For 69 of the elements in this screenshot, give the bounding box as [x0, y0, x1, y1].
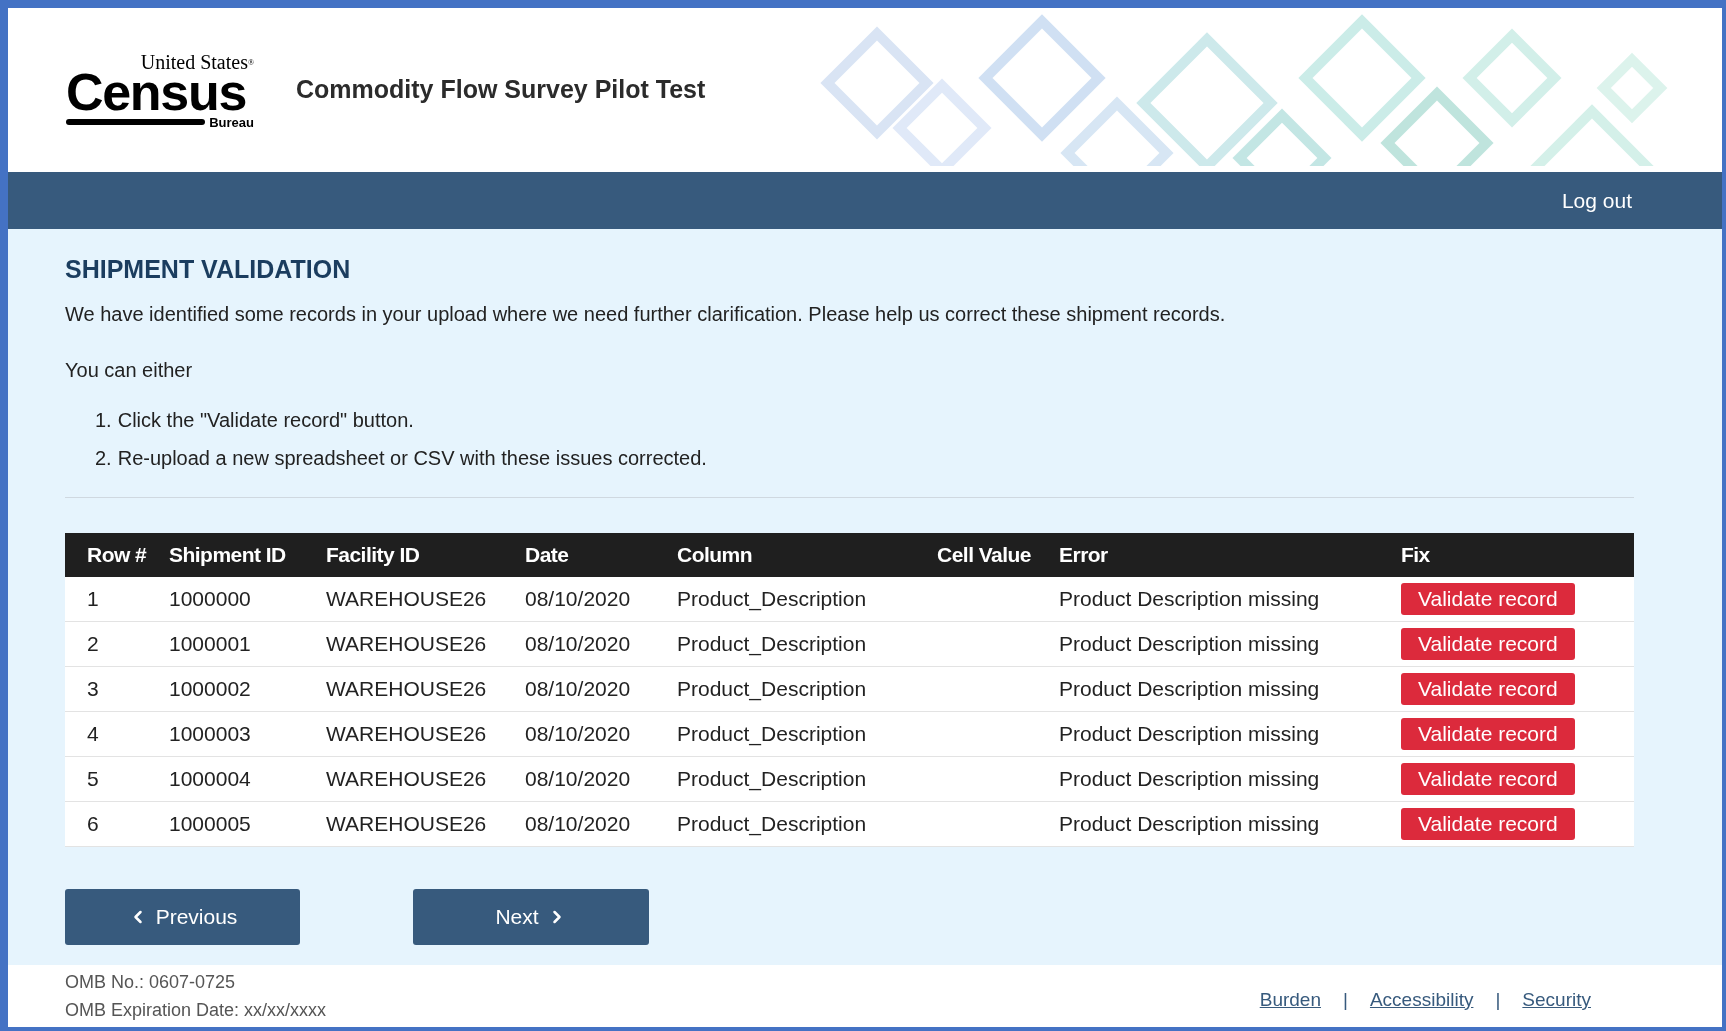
- table-cell: 08/10/2020: [525, 676, 631, 700]
- table-cell: 3: [87, 676, 99, 700]
- table-cell: Product Description missing: [1059, 676, 1320, 700]
- table-cell: WAREHOUSE26: [326, 766, 487, 790]
- validate-record-button[interactable]: Validate record: [1401, 627, 1575, 660]
- footer-link[interactable]: Accessibility: [1369, 985, 1474, 1015]
- column-header: Error: [1058, 541, 1109, 568]
- table-cell: 6: [87, 811, 99, 835]
- table-cell: 08/10/2020: [525, 586, 631, 610]
- table-cell: 1000001: [169, 631, 251, 655]
- table-cell: 08/10/2020: [525, 721, 631, 745]
- table-cell: 08/10/2020: [525, 811, 631, 835]
- footer-link[interactable]: Burden: [1259, 985, 1321, 1015]
- column-header: Cell Value: [936, 541, 1032, 568]
- link-separator: |: [1343, 987, 1348, 1012]
- column-header: Shipment ID: [168, 541, 287, 568]
- table-cell: Product Description missing: [1059, 721, 1320, 745]
- table-cell: Product Description missing: [1059, 631, 1320, 655]
- table-cell: 08/10/2020: [525, 631, 631, 655]
- table-cell: 1000002: [169, 676, 251, 700]
- table-cell: 5: [87, 766, 99, 790]
- table-cell: WAREHOUSE26: [326, 631, 487, 655]
- table-cell: WAREHOUSE26: [326, 811, 487, 835]
- validate-record-button[interactable]: Validate record: [1401, 582, 1575, 615]
- table-cell: 1000004: [169, 766, 251, 790]
- step-text: Re-upload a new spreadsheet or CSV with these issues corrected.: [117, 445, 707, 471]
- lead-text: You can either: [65, 357, 194, 383]
- column-header: Row #: [86, 541, 148, 568]
- intro-text: We have identified some records in your upload where we need further clarification. Please help us correct these shipment records.: [65, 301, 1227, 327]
- table-cell: Product Description missing: [1059, 811, 1320, 835]
- table-cell: Product Description missing: [1059, 586, 1320, 610]
- omb-expiration: OMB Expiration Date: xx/xx/xxxx: [65, 999, 327, 1022]
- table-cell: 1: [87, 586, 99, 610]
- table-cell: 2: [87, 631, 99, 655]
- survey-title: Commodity Flow Survey Pilot Test: [296, 74, 706, 106]
- table-cell: Product_Description: [677, 766, 867, 790]
- table-cell: Product_Description: [677, 811, 867, 835]
- table-cell: 1000005: [169, 811, 251, 835]
- validate-record-button[interactable]: Validate record: [1401, 807, 1575, 840]
- page-heading: SHIPMENT VALIDATION: [65, 254, 352, 285]
- validate-record-button[interactable]: Validate record: [1401, 672, 1575, 705]
- table-cell: Product Description missing: [1059, 766, 1320, 790]
- omb-number: OMB No.: 0607-0725: [65, 971, 237, 994]
- table-cell: Product_Description: [677, 676, 867, 700]
- table-cell: 1000000: [169, 586, 251, 610]
- footer-link[interactable]: Security: [1522, 985, 1591, 1015]
- column-header: Column: [676, 541, 753, 568]
- table-cell: Product_Description: [677, 721, 867, 745]
- table-cell: WAREHOUSE26: [326, 721, 487, 745]
- link-separator: |: [1495, 987, 1501, 1012]
- next-button[interactable]: Next: [413, 888, 649, 945]
- step-text: Click the "Validate record" button.: [117, 407, 414, 433]
- column-header: Facility ID: [325, 541, 421, 568]
- validate-record-button[interactable]: Validate record: [1401, 717, 1575, 750]
- step-number: 1.: [95, 407, 112, 433]
- column-header: Date: [524, 541, 570, 568]
- table-cell: 1000003: [169, 721, 251, 745]
- table-cell: WAREHOUSE26: [326, 676, 487, 700]
- column-header: Fix: [1400, 541, 1431, 568]
- table-cell: 08/10/2020: [525, 766, 631, 790]
- validate-record-button[interactable]: Validate record: [1401, 762, 1575, 795]
- logo-bottom-text: Bureau: [209, 115, 254, 129]
- step-number: 2.: [95, 445, 112, 471]
- logout-link[interactable]: Log out: [1561, 184, 1632, 217]
- table-cell: WAREHOUSE26: [326, 586, 487, 610]
- previous-button[interactable]: Previous: [65, 888, 300, 945]
- table-cell: Product_Description: [677, 586, 867, 610]
- table-cell: Product_Description: [677, 631, 867, 655]
- table-cell: 4: [87, 721, 99, 745]
